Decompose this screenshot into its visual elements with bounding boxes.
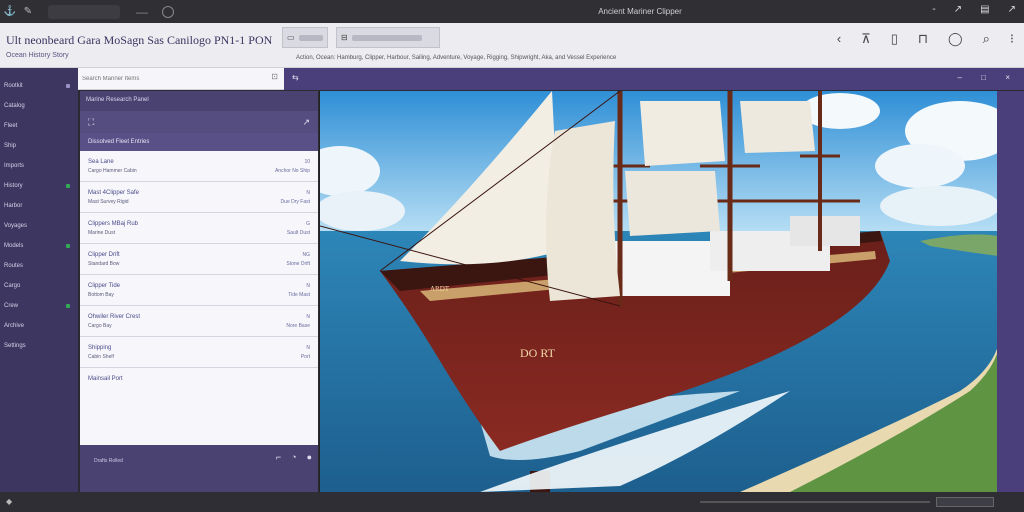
canvas-toolbar: ⇆ – □ × (284, 68, 1024, 90)
app-logo-icon[interactable]: ⚓ (4, 6, 16, 18)
bow-label: ARDT (430, 285, 450, 293)
page-title: Ult neonbeard Gara MoSagn Sas Canilogo P… (6, 33, 273, 47)
back-icon[interactable]: ‹ (837, 31, 841, 47)
list-item[interactable]: Clipper Drift NG Standard Bow Stone Drift (80, 244, 318, 275)
page-subtitle: Ocean History Story (6, 52, 69, 59)
footer-label: Drafts Rolled (94, 458, 123, 464)
bookmark-icon[interactable]: ▯ (891, 31, 898, 47)
list-item[interactable]: Sea Lane 10 Cargo Hammer Cabin Anchor No S… (80, 151, 318, 182)
sidebar-item[interactable]: Crew (0, 300, 78, 312)
open-icon[interactable]: ↗ (302, 117, 310, 128)
ship-illustration: DO RT ARDT (320, 91, 997, 492)
sidebar-item[interactable]: Routes (0, 260, 78, 272)
circle-icon[interactable]: ◯ (948, 31, 963, 47)
view-icon: ▭ (287, 33, 295, 42)
pie-icon[interactable]: ◔ (291, 452, 296, 462)
list-item[interactable]: Clipper Tide N Bottom Bay Tide Mast (80, 275, 318, 306)
more-icon[interactable]: ⁝ (1010, 31, 1014, 47)
search-icon[interactable]: ⌕ (983, 31, 990, 47)
title-bar: ⚓ ✎ — Ancient Mariner Clipper - ↗ ▤ ↗ (0, 0, 1024, 23)
status-icon: ◆ (6, 497, 13, 506)
sidebar-item[interactable]: Fleet (0, 120, 78, 132)
list-item[interactable]: Shipping N Cabin Shelf Port (80, 337, 318, 368)
list-item[interactable]: Clippers MBaj Rub G Marine Dust Sault Dust (80, 213, 318, 244)
layout-icon[interactable]: ▤ (980, 4, 989, 15)
image-canvas[interactable]: DO RT ARDT (319, 91, 997, 492)
close-icon[interactable]: × (1005, 73, 1010, 82)
sidebar-item[interactable]: Voyages (0, 220, 78, 232)
status-progress (700, 501, 930, 503)
sidebar-item[interactable]: Ship (0, 140, 78, 152)
share-icon[interactable]: ↗ (1008, 4, 1016, 15)
status-bar: ◆ (0, 492, 1024, 512)
sidebar-item[interactable]: Harbor (0, 200, 78, 212)
window-title: Ancient Mariner Clipper (598, 7, 682, 16)
list-title: Dissolved Fleet Entries (80, 133, 318, 151)
table-icon[interactable]: ⊓ (918, 31, 928, 47)
sidebar-item[interactable]: History (0, 180, 78, 192)
search-input[interactable] (82, 72, 260, 86)
minimize-line-icon[interactable]: — (136, 5, 148, 19)
entries-list: Sea Lane 10 Cargo Hammer Cabin Anchor No S… (80, 151, 318, 445)
expand-icon[interactable]: ↗ (954, 4, 962, 15)
list-item[interactable]: Mainsail Port (80, 368, 318, 389)
panel-footer: ⌐ ◔ ● (80, 445, 318, 469)
search-box: ⊡ (78, 68, 284, 90)
sidebar-item[interactable]: Cargo (0, 280, 78, 292)
panel-header: Marine Research Panel (86, 97, 149, 103)
sidebar-item[interactable]: Rootkit (0, 80, 78, 92)
frame-icon[interactable]: ⛶ (88, 117, 94, 128)
hull-label: DO RT (520, 346, 556, 360)
list-item[interactable]: Mast 4Clipper Safe N Mast Survey Rigid Due… (80, 182, 318, 213)
filter-icon: ⊟ (341, 33, 348, 42)
sidebar-item[interactable]: Settings (0, 340, 78, 352)
minimize-icon[interactable]: – (958, 73, 962, 82)
entries-panel: Marine Research Panel ⛶ ↗ Dissolved Flee… (80, 91, 318, 492)
status-circle-icon[interactable] (162, 5, 174, 18)
filter-control[interactable]: ⊟ (336, 27, 440, 48)
minimize-icon[interactable]: - (932, 4, 935, 15)
maximize-icon[interactable]: □ (981, 73, 986, 82)
right-panel-strip (997, 91, 1024, 492)
panel-toolbar: ⛶ ↗ (80, 111, 318, 133)
header-caption: Action, Ocean: Hamburg, Clipper, Harbour… (296, 55, 617, 61)
sidebar: Rootkit Catalog Fleet Ship Imports Histo… (0, 68, 78, 492)
view-toggle-button[interactable]: ▭ (282, 27, 328, 48)
list-item[interactable]: Ohwiler River Crest N Cargo Bay Nore Base (80, 306, 318, 337)
titlebar-search-field[interactable] (48, 4, 120, 19)
sidebar-item[interactable]: Catalog (0, 100, 78, 112)
clear-icon[interactable]: ⊡ (271, 72, 278, 81)
app-header: Ult neonbeard Gara MoSagn Sas Canilogo P… (0, 23, 1024, 68)
sidebar-item[interactable]: Archive (0, 320, 78, 332)
zoom-control[interactable] (936, 497, 994, 507)
corner-icon[interactable]: ⌐ (276, 452, 281, 462)
sidebar-item[interactable]: Models (0, 240, 78, 252)
dot-icon[interactable]: ● (307, 452, 312, 462)
sidebar-item[interactable]: Imports (0, 160, 78, 172)
edit-icon[interactable]: ✎ (22, 6, 34, 18)
swap-icon[interactable]: ⇆ (292, 73, 299, 82)
anchor-icon[interactable]: ⊼ (861, 31, 871, 47)
